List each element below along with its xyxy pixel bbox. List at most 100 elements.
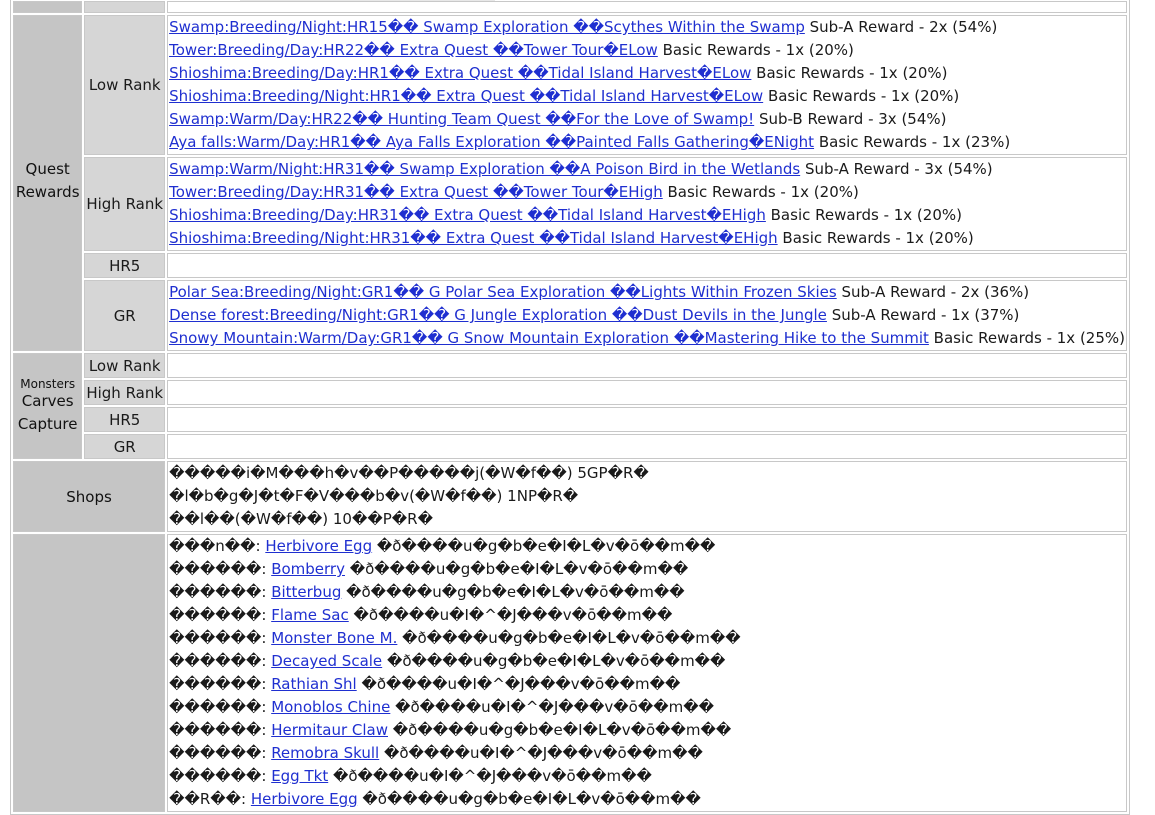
- quest-link[interactable]: Swamp:Warm/Day:HR22�� Hunting Team Quest…: [169, 110, 754, 128]
- quest-rewards-label-2: Rewards: [15, 183, 80, 201]
- monsters-gr-row: GR: [13, 434, 1127, 459]
- item-link[interactable]: Rathian Shl: [271, 675, 357, 693]
- item-link[interactable]: Monster Bone M.: [271, 629, 397, 647]
- item-info-table: Quest Rewards Low Rank Swamp:Breeding/Ni…: [10, 0, 1130, 815]
- quest-rewards-low-rank-row: Quest Rewards Low Rank Swamp:Breeding/Ni…: [13, 15, 1127, 351]
- shops-label: Shops: [13, 461, 166, 532]
- item-link[interactable]: Decayed Scale: [271, 652, 382, 670]
- list-item: Swamp:Breeding/Night:HR15�� Swamp Explor…: [169, 16, 1125, 39]
- combo-prefix: ������:: [169, 652, 272, 670]
- monsters-low-rank-row: Monsters Carves Capture Low Rank: [13, 353, 1127, 459]
- combo-prefix: ������:: [169, 675, 272, 693]
- combo-prefix: ������:: [169, 629, 272, 647]
- quest-rewards-label-1: Quest: [25, 160, 70, 178]
- list-item: Shioshima:Breeding/Day:HR1�� Extra Quest…: [169, 62, 1125, 85]
- list-item: ������: Egg Tkt �ð����u�I�^�J���v�ō��m��: [169, 765, 1125, 788]
- capture-label: Capture: [17, 415, 78, 433]
- item-link[interactable]: Egg Tkt: [271, 767, 328, 785]
- combo-prefix: ������:: [169, 583, 272, 601]
- quest-link[interactable]: Shioshima:Breeding/Night:HR31�� Extra Qu…: [169, 229, 778, 247]
- list-item: ������: Hermitaur Claw �ð����u�g�b�e�I�L…: [169, 719, 1125, 742]
- item-link[interactable]: Remobra Skull: [271, 744, 379, 762]
- carves-label: Carves: [21, 392, 74, 410]
- quest-link[interactable]: Swamp:Warm/Night:HR31�� Swamp Exploratio…: [169, 160, 800, 178]
- monsters-low-rank-label: Low Rank: [84, 353, 166, 378]
- list-item: ������: Bitterbug �ð����u�g�b�e�I�L�v�ō�…: [169, 581, 1125, 604]
- quest-link[interactable]: Aya falls:Warm/Day:HR1�� Aya Falls Explo…: [169, 133, 814, 151]
- gr-rewards: Polar Sea:Breeding/Night:GR1�� G Polar S…: [167, 280, 1127, 351]
- quest-rewards-gr-row: GR Polar Sea:Breeding/Night:GR1�� G Pola…: [13, 280, 1127, 351]
- monsters-high-rank-row: High Rank: [13, 380, 1127, 405]
- list-item: ������: Monoblos Chine �ð����u�I�^�J���v…: [169, 696, 1125, 719]
- combo-prefix: ������:: [169, 698, 272, 716]
- combos-content: ���n��: Herbivore Egg �ð����u�g�b�e�I�L�…: [167, 534, 1127, 812]
- item-link[interactable]: Bitterbug: [271, 583, 341, 601]
- combo-suffix: �ð����u�g�b�e�I�L�v�ō��m��: [344, 560, 689, 578]
- reward-text: Basic Rewards - 1x (20%): [777, 229, 974, 247]
- quest-link[interactable]: Tower:Breeding/Day:HR31�� Extra Quest ��…: [169, 183, 663, 201]
- combo-suffix: �ð����u�I�^�J���v�ō��m��: [328, 767, 652, 785]
- reward-text: Sub-A Reward - 2x (36%): [836, 283, 1030, 301]
- item-link[interactable]: Monoblos Chine: [271, 698, 390, 716]
- combo-suffix: �ð����u�I�^�J���v�ō��m��: [390, 698, 714, 716]
- quest-link[interactable]: Shioshima:Breeding/Day:HR31�� Extra Ques…: [169, 206, 766, 224]
- top-strip-cell: [84, 1, 166, 13]
- quest-link[interactable]: Shioshima:Breeding/Night:HR1�� Extra Que…: [169, 87, 763, 105]
- combo-suffix: �ð����u�g�b�e�I�L�v�ō��m��: [382, 652, 726, 670]
- monsters-hr5-row: HR5: [13, 407, 1127, 432]
- quest-link[interactable]: Swamp:Breeding/Night:HR15�� Swamp Explor…: [169, 18, 805, 36]
- item-link[interactable]: Bomberry: [271, 560, 345, 578]
- top-strip-cell: [13, 1, 83, 13]
- list-item: ������: Decayed Scale �ð����u�g�b�e�I�L�…: [169, 650, 1125, 673]
- hr5-label: HR5: [84, 253, 166, 278]
- hr5-rewards: [167, 253, 1127, 278]
- monsters-hr5-label: HR5: [84, 407, 166, 432]
- monsters-header: Monsters Carves Capture: [13, 353, 83, 459]
- low-rank-rewards: Swamp:Breeding/Night:HR15�� Swamp Explor…: [167, 15, 1127, 155]
- monsters-hr5-value: [167, 407, 1127, 432]
- quest-link[interactable]: Snowy Mountain:Warm/Day:GR1�� G Snow Mou…: [169, 329, 929, 347]
- list-item: Snowy Mountain:Warm/Day:GR1�� G Snow Mou…: [169, 327, 1125, 350]
- quest-link[interactable]: Polar Sea:Breeding/Night:GR1�� G Polar S…: [169, 283, 837, 301]
- combo-suffix: �ð����u�g�b�e�I�L�v�ō��m��: [341, 583, 685, 601]
- combo-suffix: �ð����u�g�b�e�I�L�v�ō��m��: [372, 537, 716, 555]
- combo-prefix: ������:: [169, 606, 272, 624]
- reward-text: Basic Rewards - 1x (20%): [763, 87, 960, 105]
- item-link[interactable]: Herbivore Egg: [265, 537, 372, 555]
- list-item: ������: Rathian Shl �ð����u�I�^�J���v�ō�…: [169, 673, 1125, 696]
- quest-rewards-hr5-row: HR5: [13, 253, 1127, 278]
- reward-text: Sub-A Reward - 2x (54%): [804, 18, 998, 36]
- gr-label: GR: [84, 280, 166, 351]
- shop-line: �l�b�g�J�t�F�V���b�v(�W�f��) 1NP�R�: [169, 487, 579, 505]
- combo-suffix: �ð����u�g�b�e�I�L�v�ō��m��: [397, 629, 741, 647]
- shop-line: ��l��(�W�f��) 10��P�R�: [169, 510, 433, 528]
- combo-suffix: �ð����u�g�b�e�I�L�v�ō��m��: [357, 790, 701, 808]
- monsters-low-rank-value: [167, 353, 1127, 378]
- high-rank-label: High Rank: [84, 157, 166, 251]
- item-link[interactable]: Flame Sac: [271, 606, 349, 624]
- top-strip-cell: [167, 1, 1127, 13]
- table-top-strip: [13, 1, 1127, 13]
- quest-link[interactable]: Shioshima:Breeding/Day:HR1�� Extra Quest…: [169, 64, 751, 82]
- monsters-gr-label: GR: [84, 434, 166, 459]
- quest-rewards-header: Quest Rewards: [13, 15, 83, 351]
- item-link[interactable]: Hermitaur Claw: [271, 721, 388, 739]
- reward-text: Sub-B Reward - 3x (54%): [754, 110, 947, 128]
- combos-header: [13, 534, 166, 812]
- list-item: Tower:Breeding/Day:HR22�� Extra Quest ��…: [169, 39, 1125, 62]
- reward-text: Basic Rewards - 1x (20%): [662, 183, 859, 201]
- shops-row: Shops �����i�M���h�v��P�����j(�W�f��) 5G…: [13, 461, 1127, 532]
- reward-text: Basic Rewards - 1x (20%): [751, 64, 948, 82]
- quest-link[interactable]: Tower:Breeding/Day:HR22�� Extra Quest ��…: [169, 41, 658, 59]
- reward-text: Sub-A Reward - 3x (54%): [800, 160, 993, 178]
- quest-link[interactable]: Dense forest:Breeding/Night:GR1�� G Jung…: [169, 306, 827, 324]
- monsters-high-rank-label: High Rank: [84, 380, 166, 405]
- item-link[interactable]: Herbivore Egg: [251, 790, 358, 808]
- reward-text: Basic Rewards - 1x (20%): [765, 206, 962, 224]
- combo-suffix: �ð����u�I�^�J���v�ō��m��: [379, 744, 703, 762]
- list-item: ��R��: Herbivore Egg �ð����u�g�b�e�I�L�v…: [169, 788, 1125, 811]
- combos-row: ���n��: Herbivore Egg �ð����u�g�b�e�I�L�…: [13, 534, 1127, 812]
- combo-prefix: ������:: [169, 744, 272, 762]
- monsters-label: Monsters: [20, 377, 76, 391]
- reward-text: Basic Rewards - 1x (25%): [928, 329, 1125, 347]
